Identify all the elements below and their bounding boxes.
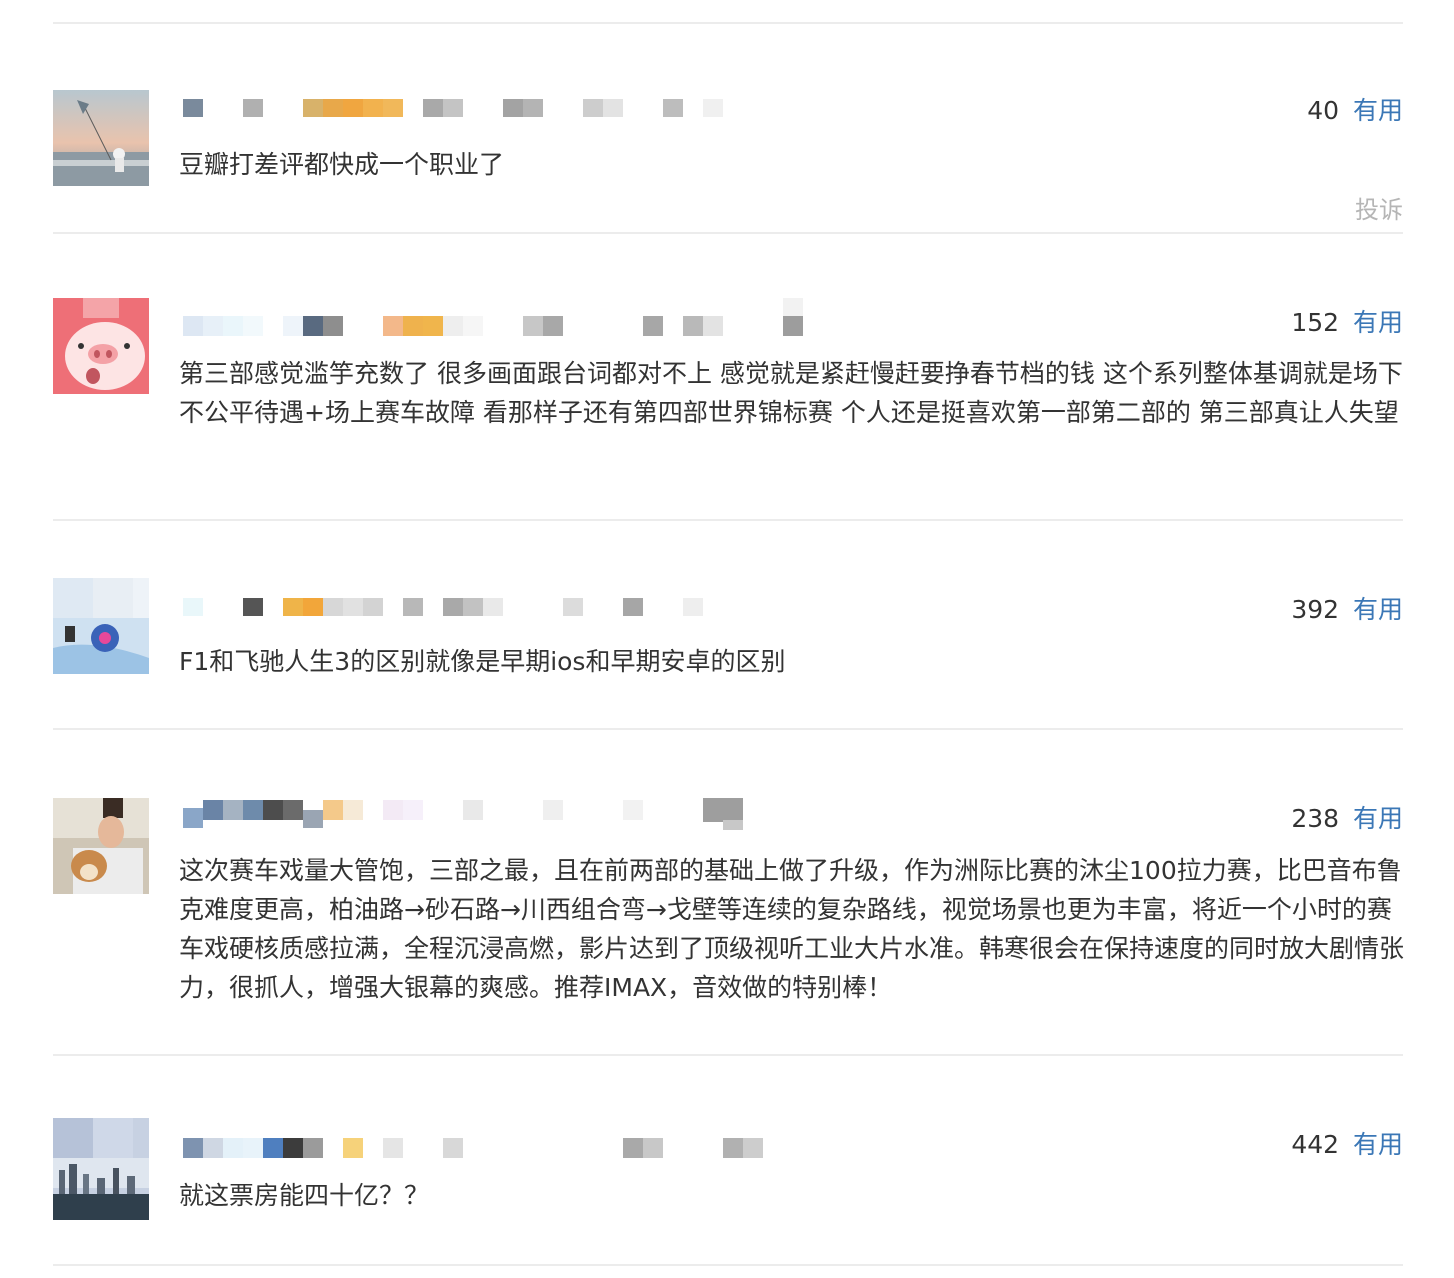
redacted-mosaic: [183, 798, 743, 830]
votes: 238 有用: [1291, 804, 1403, 834]
useful-button[interactable]: 有用: [1353, 595, 1403, 624]
user-meta-redacted: [183, 96, 823, 122]
redacted-mosaic: [183, 1138, 763, 1158]
avatar-image: [53, 1118, 149, 1220]
avatar[interactable]: [53, 798, 149, 894]
comment-text: 这次赛车戏量大管饱，三部之最，且在前两部的基础上做了升级，作为洲际比赛的沐尘10…: [179, 856, 1405, 1002]
avatar[interactable]: [53, 578, 149, 674]
avatar-image: [53, 298, 149, 394]
redacted-mosaic: [183, 598, 703, 616]
user-meta-redacted: [183, 596, 823, 622]
useful-button[interactable]: 有用: [1353, 1130, 1403, 1159]
divider: [53, 519, 1403, 521]
user-meta-redacted: [183, 1132, 823, 1158]
divider: [53, 1264, 1403, 1266]
report-link[interactable]: 投诉: [1355, 190, 1403, 225]
comment-text: 豆瓣打差评都快成一个职业了: [179, 150, 505, 179]
vote-count: 40: [1307, 96, 1340, 125]
divider: [53, 1054, 1403, 1056]
divider: [53, 232, 1403, 234]
vote-count: 442: [1291, 1130, 1340, 1159]
useful-button[interactable]: 有用: [1353, 96, 1403, 125]
divider: [53, 22, 1403, 24]
votes: 152 有用: [1291, 308, 1403, 338]
useful-button[interactable]: 有用: [1353, 308, 1403, 337]
vote-count: 238: [1291, 804, 1340, 833]
divider: [53, 728, 1403, 730]
avatar[interactable]: [53, 298, 149, 394]
redacted-mosaic: [183, 99, 723, 117]
comment-text: 就这票房能四十亿？？: [179, 1181, 430, 1210]
avatar-image: [53, 798, 149, 894]
comment-text: F1和飞驰人生3的区别就像是早期ios和早期安卓的区别: [179, 647, 786, 676]
avatar[interactable]: [53, 90, 149, 186]
votes: 40 有用: [1307, 96, 1403, 126]
comment-text: 第三部感觉滥竽充数了 很多画面跟台词都对不上 感觉就是紧赶慢赶要挣春节档的钱 这…: [179, 359, 1403, 427]
votes: 392 有用: [1291, 595, 1403, 625]
comment-list: 40 有用 豆瓣打差评都快成一个职业了 投诉 152 有用 第三部感觉滥竽充数了…: [53, 0, 1405, 1278]
user-meta-redacted: [183, 798, 823, 830]
useful-button[interactable]: 有用: [1353, 804, 1403, 833]
vote-count: 152: [1291, 308, 1340, 337]
avatar-image: [53, 578, 149, 674]
redacted-mosaic: [183, 298, 803, 336]
avatar[interactable]: [53, 1118, 149, 1220]
vote-count: 392: [1291, 595, 1340, 624]
avatar-image: [53, 90, 149, 186]
votes: 442 有用: [1291, 1130, 1403, 1160]
user-meta-redacted: [183, 298, 823, 336]
